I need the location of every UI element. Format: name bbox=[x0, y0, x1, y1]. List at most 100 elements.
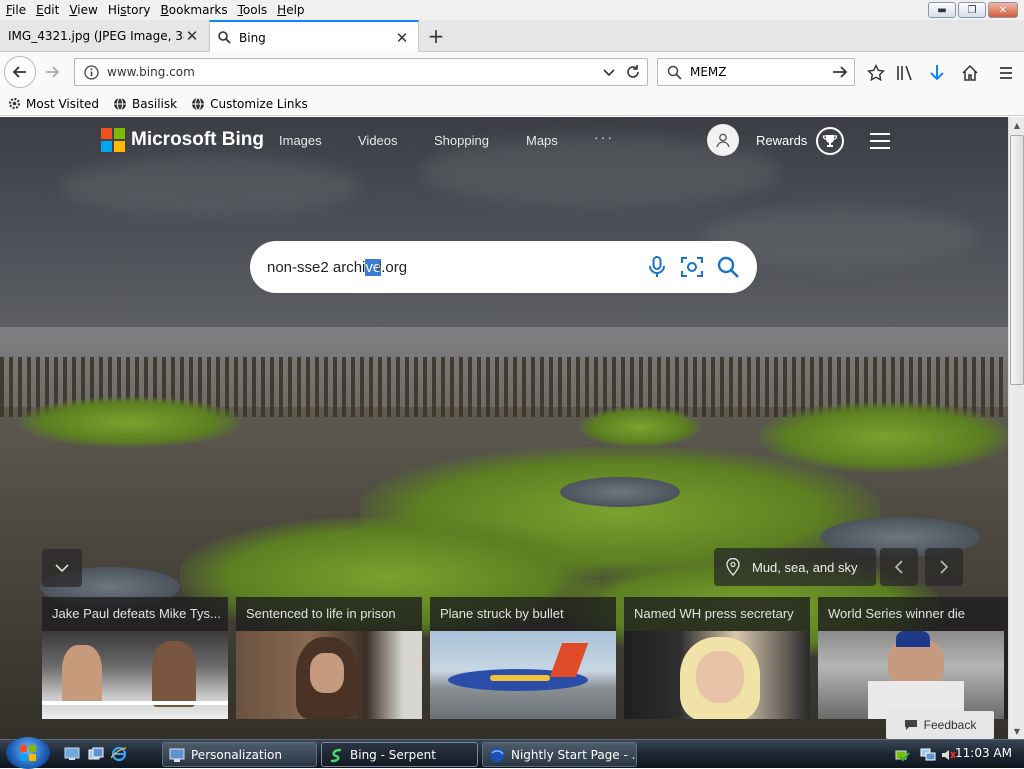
scroll-up-arrow-icon[interactable]: ▲ bbox=[1009, 117, 1024, 133]
bookmark-most-visited[interactable]: Most Visited bbox=[8, 97, 99, 111]
show-desktop-button[interactable] bbox=[64, 746, 80, 762]
nightly-globe-icon bbox=[489, 747, 505, 763]
clock[interactable]: 11:03 AM bbox=[955, 746, 1012, 760]
nav-shopping[interactable]: Shopping bbox=[434, 133, 489, 148]
news-card[interactable]: Named WH press secretary bbox=[624, 597, 810, 719]
minimize-icon: ▬ bbox=[937, 4, 947, 16]
taskbar-item-label: Personalization bbox=[191, 747, 282, 762]
downloads-button[interactable] bbox=[927, 63, 947, 83]
search-field[interactable]: MEMZ bbox=[657, 58, 855, 86]
collapse-feed-button[interactable] bbox=[42, 549, 82, 587]
voice-search-button[interactable] bbox=[644, 254, 670, 280]
arrow-left-icon bbox=[12, 66, 26, 78]
bing-search-box[interactable]: non-sse2 archive.org ⅈ bbox=[250, 241, 757, 293]
new-tab-button[interactable]: + bbox=[424, 24, 448, 48]
home-button[interactable] bbox=[960, 63, 980, 83]
close-window-button[interactable]: ✕ bbox=[988, 2, 1018, 18]
start-button[interactable] bbox=[6, 737, 50, 769]
open-menu-button[interactable] bbox=[996, 63, 1016, 83]
previous-image-button[interactable] bbox=[880, 548, 918, 586]
internet-explorer-button[interactable] bbox=[111, 746, 127, 762]
download-arrow-icon bbox=[930, 65, 944, 81]
rewards-label[interactable]: Rewards bbox=[756, 133, 807, 148]
taskbar-item-personalization[interactable]: Personalization bbox=[162, 742, 317, 767]
volume-muted-icon[interactable] bbox=[940, 747, 956, 763]
menu-bookmarks[interactable]: Bookmarks bbox=[157, 3, 232, 17]
navigation-toolbar: www.bing.com MEMZ bbox=[0, 52, 1024, 92]
url-text: www.bing.com bbox=[107, 65, 195, 79]
rewards-trophy-button[interactable] bbox=[816, 127, 844, 155]
tab-title: Bing bbox=[239, 30, 266, 45]
taskbar-item-label: Nightly Start Page - ... bbox=[511, 747, 637, 762]
library-button[interactable] bbox=[894, 63, 914, 83]
text-cursor-icon: ⅈ bbox=[377, 258, 382, 274]
library-icon bbox=[897, 65, 912, 81]
menu-tools[interactable]: Tools bbox=[234, 3, 272, 17]
arrow-right-icon[interactable] bbox=[832, 64, 848, 80]
bookmark-basilisk[interactable]: Basilisk bbox=[113, 97, 177, 111]
menu-help[interactable]: Help bbox=[273, 3, 308, 17]
bookmark-label: Most Visited bbox=[26, 96, 100, 111]
forward-button[interactable] bbox=[42, 64, 62, 80]
user-icon bbox=[716, 133, 730, 148]
tab-strip: IMG_4321.jpg (JPEG Image, 3840 ✕ Bing ✕ … bbox=[0, 20, 1024, 53]
close-icon: ✕ bbox=[998, 4, 1008, 16]
image-location-button[interactable]: Mud, sea, and sky bbox=[714, 548, 876, 586]
tab-title: IMG_4321.jpg (JPEG Image, 3840 bbox=[8, 29, 184, 43]
url-bar[interactable]: www.bing.com bbox=[74, 58, 648, 86]
plus-icon: + bbox=[427, 24, 445, 48]
restore-button[interactable]: ❐ bbox=[958, 2, 986, 18]
menu-history[interactable]: History bbox=[104, 3, 155, 17]
search-query-text[interactable]: non-sse2 archive.org ⅈ bbox=[267, 258, 407, 276]
search-submit-button[interactable] bbox=[715, 254, 741, 280]
menu-edit[interactable]: Edit bbox=[32, 3, 63, 17]
nav-videos[interactable]: Videos bbox=[358, 133, 398, 148]
bing-menu-button[interactable] bbox=[870, 133, 890, 149]
nav-more[interactable]: ··· bbox=[594, 129, 614, 145]
menu-bar: File Edit View History Bookmarks Tools H… bbox=[0, 0, 1024, 20]
home-icon bbox=[962, 64, 978, 81]
visual-search-button[interactable] bbox=[679, 254, 705, 280]
network-icon[interactable] bbox=[920, 747, 936, 763]
scrollbar-thumb[interactable] bbox=[1010, 135, 1024, 385]
menu-view[interactable]: View bbox=[65, 3, 101, 17]
star-icon bbox=[867, 64, 885, 82]
microphone-icon bbox=[649, 256, 665, 277]
sign-in-avatar[interactable] bbox=[707, 124, 739, 156]
next-image-button[interactable] bbox=[925, 548, 963, 586]
feedback-button[interactable]: Feedback bbox=[886, 711, 994, 739]
news-card[interactable]: Sentenced to life in prison bbox=[236, 597, 422, 719]
news-card[interactable]: Jake Paul defeats Mike Tys... bbox=[42, 597, 228, 719]
info-icon[interactable] bbox=[84, 65, 99, 83]
taskbar-item-bing-serpent[interactable]: Bing - Serpent bbox=[321, 742, 478, 767]
nav-images[interactable]: Images bbox=[279, 133, 322, 148]
windows-logo-icon bbox=[20, 745, 36, 761]
map-pin-icon bbox=[726, 558, 740, 576]
safely-remove-icon[interactable] bbox=[894, 747, 910, 763]
bookmark-star-button[interactable] bbox=[866, 63, 886, 83]
vertical-scrollbar[interactable]: ▲ ▼ bbox=[1008, 117, 1024, 739]
tab-image[interactable]: IMG_4321.jpg (JPEG Image, 3840 ✕ bbox=[0, 20, 208, 52]
switch-windows-button[interactable] bbox=[88, 746, 104, 762]
microsoft-bing-logo[interactable]: Microsoft Bing bbox=[101, 128, 264, 152]
brand-name: Microsoft Bing bbox=[131, 129, 264, 150]
search-icon bbox=[218, 31, 231, 44]
menu-file[interactable]: File bbox=[2, 3, 30, 17]
news-card[interactable]: World Series winner die bbox=[818, 597, 1008, 719]
close-tab-icon[interactable]: ✕ bbox=[394, 29, 410, 47]
minimize-button[interactable]: ▬ bbox=[928, 2, 956, 18]
chevron-down-icon[interactable] bbox=[603, 66, 615, 78]
windows-taskbar: Personalization Bing - Serpent Nightly S… bbox=[0, 737, 1024, 769]
close-tab-icon[interactable]: ✕ bbox=[184, 27, 200, 45]
news-card-caption: World Series winner die bbox=[828, 606, 966, 621]
search-field-value: MEMZ bbox=[690, 65, 727, 79]
scroll-down-arrow-icon[interactable]: ▼ bbox=[1009, 723, 1024, 739]
visual-search-icon bbox=[681, 257, 703, 277]
news-card[interactable]: Plane struck by bullet bbox=[430, 597, 616, 719]
taskbar-item-nightly[interactable]: Nightly Start Page - ... bbox=[482, 742, 637, 767]
tab-bing[interactable]: Bing ✕ bbox=[209, 20, 419, 53]
nav-maps[interactable]: Maps bbox=[526, 133, 558, 148]
reload-icon[interactable] bbox=[625, 64, 641, 80]
back-button[interactable] bbox=[4, 56, 36, 88]
bookmark-customize-links[interactable]: Customize Links bbox=[191, 97, 308, 111]
